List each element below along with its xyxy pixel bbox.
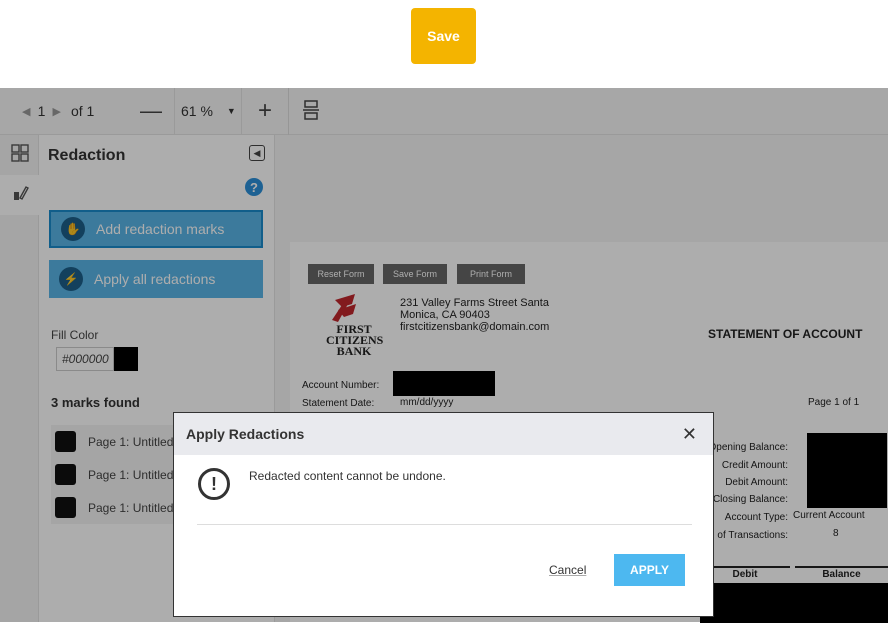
apply-button[interactable]: APPLY [614,554,685,586]
save-button[interactable]: Save [411,8,476,64]
apply-redactions-dialog: Apply Redactions ✕ ! Redacted content ca… [173,412,714,617]
top-bar: Save [0,0,888,88]
warning-icon: ! [198,468,230,500]
dialog-divider [197,524,692,525]
cancel-button[interactable]: Cancel [549,563,586,577]
dialog-title: Apply Redactions [186,426,305,442]
close-icon[interactable]: ✕ [682,425,697,443]
dialog-header: Apply Redactions ✕ [174,413,713,455]
dialog-message: Redacted content cannot be undone. [249,469,446,483]
